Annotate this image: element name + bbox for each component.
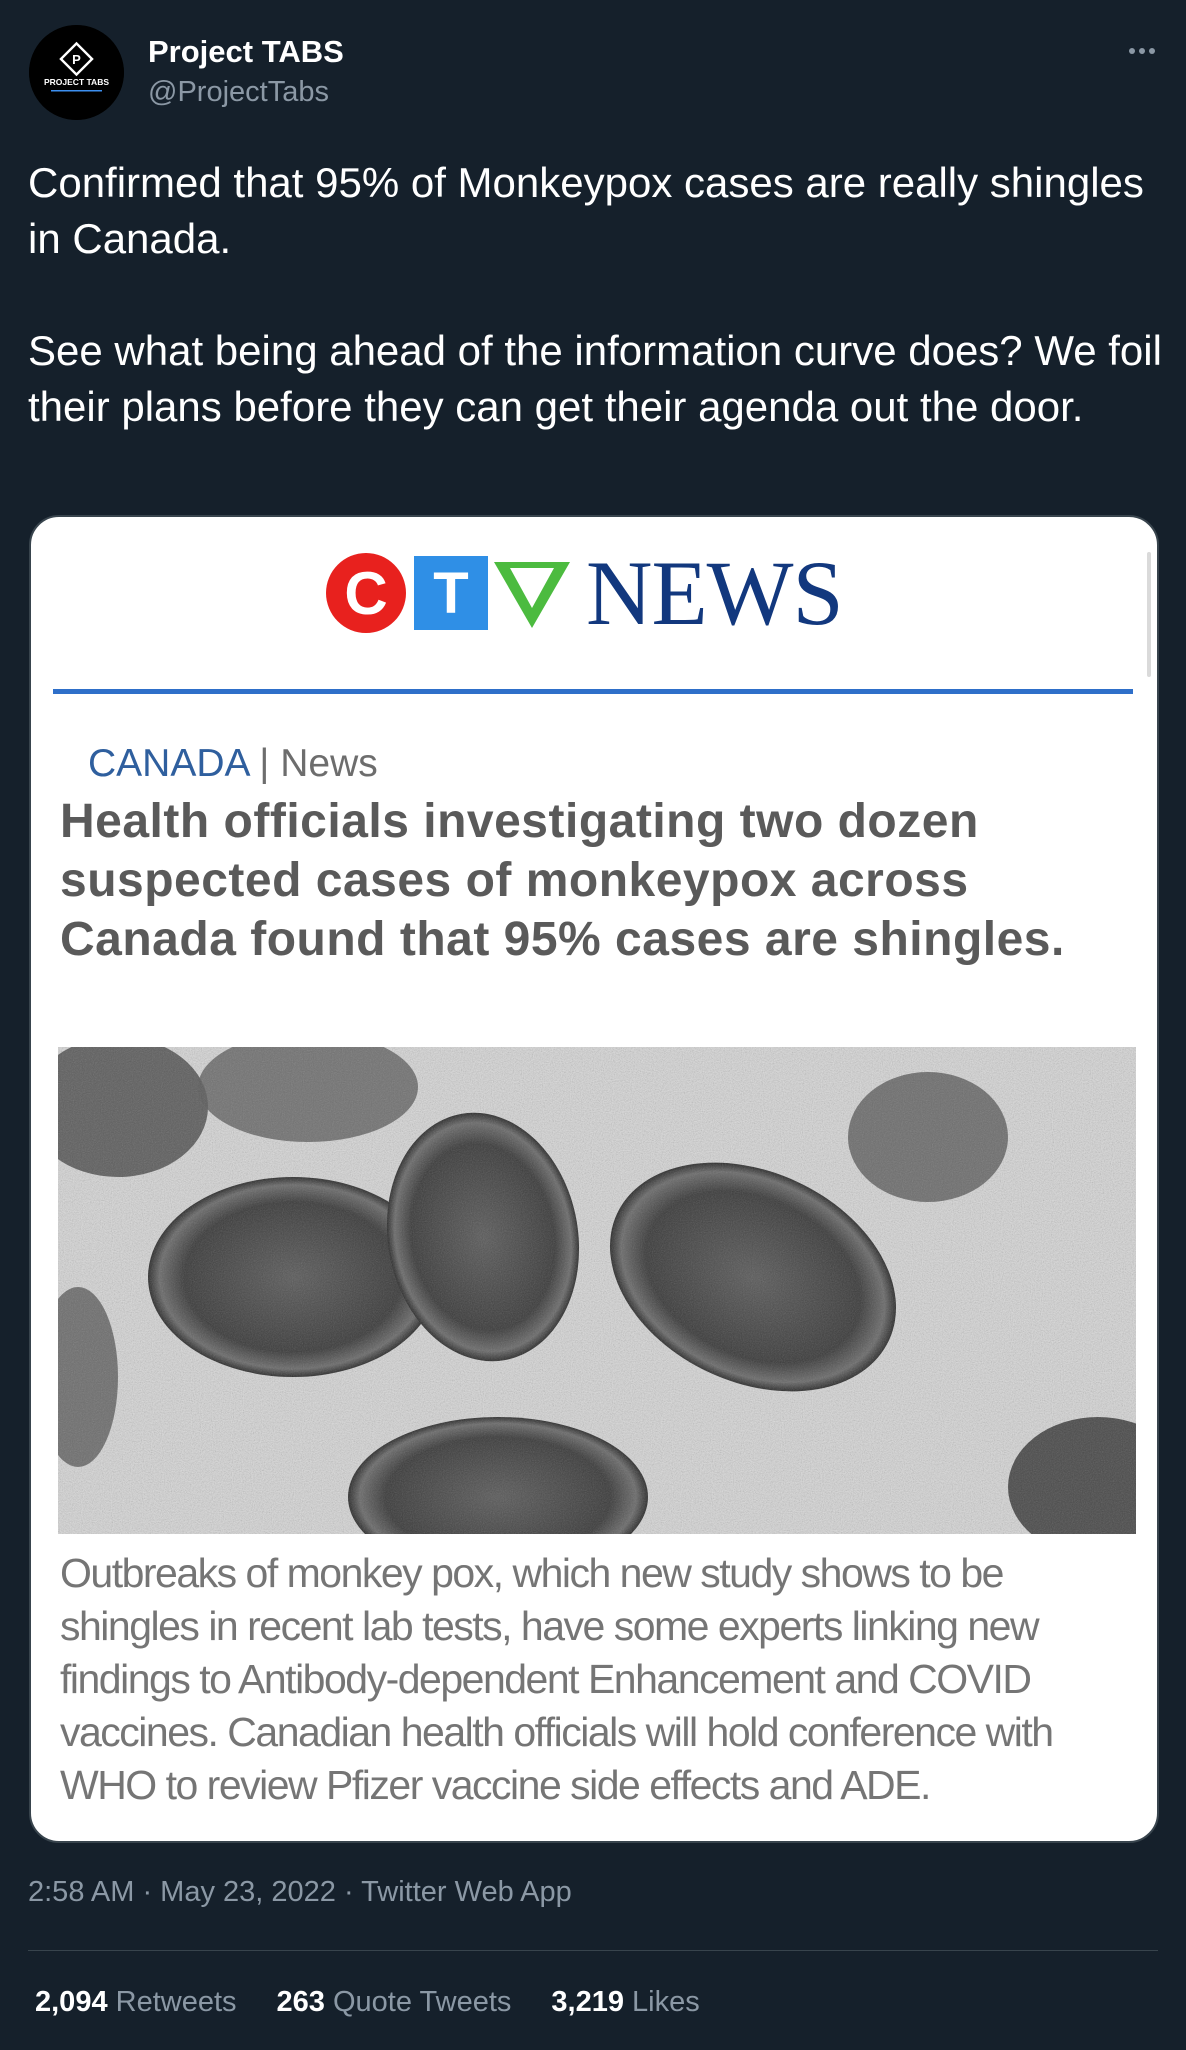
likes-count: 3,219 bbox=[551, 1986, 624, 2018]
article-kicker: CANADA | News bbox=[88, 742, 378, 786]
tweet-stats: 2,094 Retweets 263 Quote Tweets 3,219 Li… bbox=[35, 1986, 740, 2019]
kicker-separator: | bbox=[259, 742, 270, 785]
retweets-count: 2,094 bbox=[35, 1986, 108, 2018]
kicker-category: News bbox=[280, 742, 378, 785]
likes-stat[interactable]: 3,219 Likes bbox=[551, 1986, 699, 2019]
image-caption: Outbreaks of monkey pox, which new study… bbox=[60, 1550, 1054, 1808]
ctv-c-mark: C bbox=[326, 553, 406, 633]
ctv-v-mark-icon bbox=[494, 562, 570, 628]
ctv-news-wordmark: NEWS bbox=[586, 542, 844, 644]
svg-text:P: P bbox=[72, 52, 81, 67]
tweet: P PROJECT TABS Project TABS @ProjectTabs… bbox=[0, 0, 1186, 2050]
tweet-paragraph: Confirmed that 95% of Monkeypox cases ar… bbox=[28, 159, 1144, 262]
quote-tweets-label: Quote Tweets bbox=[332, 1986, 512, 2018]
retweets-stat[interactable]: 2,094 Retweets bbox=[35, 1986, 237, 2019]
kicker-section: CANADA bbox=[88, 742, 249, 785]
tweet-text: Confirmed that 95% of Monkeypox cases ar… bbox=[28, 155, 1168, 435]
stats-divider bbox=[28, 1950, 1158, 1951]
header-divider bbox=[53, 689, 1133, 694]
likes-label: Likes bbox=[632, 1986, 700, 2018]
more-horizontal-icon[interactable] bbox=[1122, 36, 1162, 66]
ctv-t-mark: T bbox=[414, 556, 488, 630]
quote-tweets-count: 263 bbox=[276, 1986, 325, 2018]
article-headline: Health officials investigating two dozen… bbox=[60, 795, 1065, 966]
avatar-wordmark: PROJECT TABS bbox=[44, 77, 109, 87]
retweets-label: Retweets bbox=[115, 1986, 237, 2018]
microscope-photo bbox=[58, 1047, 1136, 1534]
tweet-paragraph: See what being ahead of the information … bbox=[28, 327, 1162, 430]
image-scrollbar bbox=[1147, 552, 1151, 677]
tweet-media-image[interactable]: C T NEWS CANADA | News Health officials … bbox=[29, 515, 1159, 1843]
author-display-name[interactable]: Project TABS bbox=[148, 34, 344, 70]
ctv-news-logo: C T NEWS bbox=[326, 542, 844, 644]
tweet-timestamp[interactable]: 2:58 AM · May 23, 2022 · Twitter Web App bbox=[28, 1876, 572, 1909]
avatar[interactable]: P PROJECT TABS bbox=[29, 25, 124, 120]
quote-tweets-stat[interactable]: 263 Quote Tweets bbox=[277, 1986, 512, 2019]
author-handle[interactable]: @ProjectTabs bbox=[148, 76, 329, 109]
